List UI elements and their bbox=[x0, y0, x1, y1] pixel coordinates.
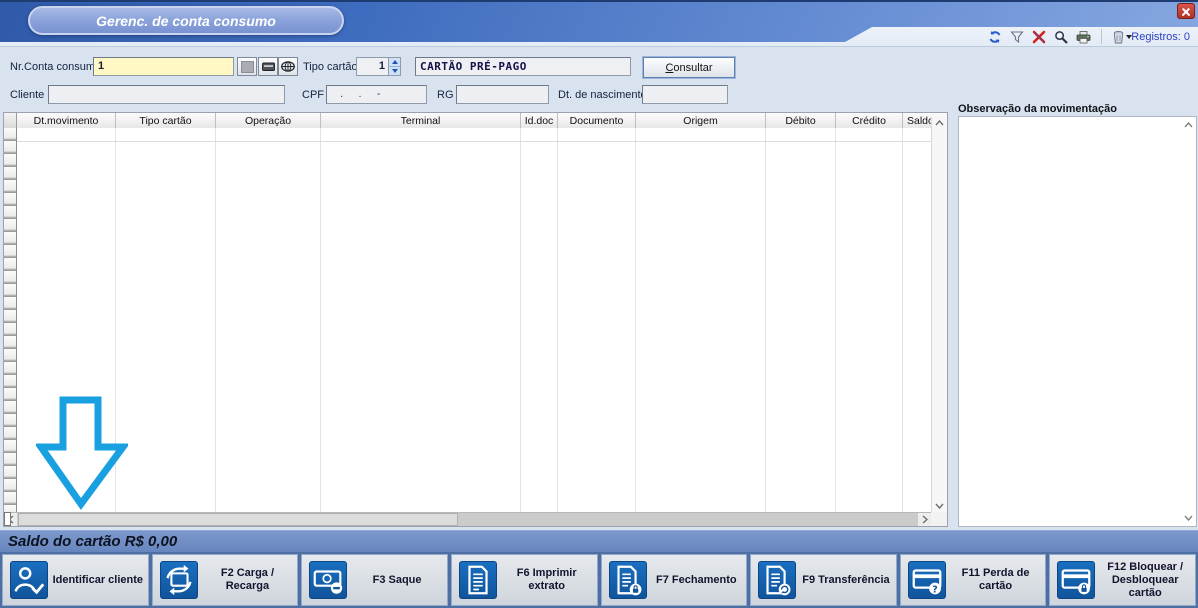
app-window: Gerenc. de conta consumo bbox=[0, 0, 1198, 608]
records-count: Registros: 0 bbox=[1131, 31, 1190, 43]
card-reload-icon bbox=[160, 561, 198, 599]
scroll-down-icon[interactable] bbox=[935, 503, 944, 509]
person-check-icon bbox=[10, 561, 48, 599]
hscroll-thumb[interactable] bbox=[18, 513, 458, 526]
recycle-icon[interactable] bbox=[1112, 30, 1132, 44]
card-lock-icon bbox=[1057, 561, 1095, 599]
table-vertical-scrollbar[interactable] bbox=[931, 117, 947, 512]
cpf-input[interactable]: . . - bbox=[326, 85, 427, 104]
table-horizontal-scrollbar[interactable] bbox=[4, 512, 931, 526]
f2-carga-recarga-button[interactable]: F2 Carga / Recarga bbox=[152, 554, 299, 606]
banknote-minus-icon bbox=[309, 561, 347, 599]
spin-up-icon[interactable] bbox=[389, 58, 400, 67]
col-tipo-cartao[interactable]: Tipo cartão bbox=[116, 113, 216, 128]
scroll-up-icon[interactable] bbox=[935, 120, 944, 126]
printer-icon[interactable] bbox=[1076, 30, 1091, 44]
movements-table: Dt.movimento Tipo cartão Operação Termin… bbox=[3, 112, 948, 527]
status-bar: Saldo do cartão R$ 0,00 bbox=[0, 530, 1198, 552]
col-documento[interactable]: Documento bbox=[558, 113, 636, 128]
toolbar-divider bbox=[1101, 29, 1102, 44]
window-title-tab[interactable]: Gerenc. de conta consumo bbox=[28, 6, 344, 35]
row-indicator-end bbox=[4, 512, 11, 526]
close-icon[interactable] bbox=[1177, 3, 1195, 19]
tipo-cartao-value: 1 bbox=[357, 58, 388, 75]
window-title: Gerenc. de conta consumo bbox=[96, 13, 276, 29]
scroll-right-icon[interactable] bbox=[918, 513, 931, 526]
saldo-text: Saldo do cartão R$ 0,00 bbox=[0, 533, 177, 550]
action-bar: Identificar cliente F2 Carga / Recarga bbox=[0, 552, 1198, 608]
nr-conta-input[interactable]: 1 bbox=[93, 57, 234, 76]
consultar-button[interactable]: Consultar bbox=[643, 57, 735, 78]
magnifier-icon[interactable] bbox=[1054, 30, 1068, 44]
card-reader-button[interactable] bbox=[258, 57, 278, 76]
table-header-row: Dt.movimento Tipo cartão Operação Termin… bbox=[4, 113, 947, 129]
f6-imprimir-extrato-button[interactable]: F6 Imprimir extrato bbox=[451, 554, 598, 606]
observacao-panel[interactable] bbox=[958, 116, 1197, 527]
document-lines-icon bbox=[459, 561, 497, 599]
row-indicator-column bbox=[4, 128, 17, 512]
f11-perda-cartao-button[interactable]: ? F11 Perda de cartão bbox=[900, 554, 1047, 606]
col-dt-movimento[interactable]: Dt.movimento bbox=[17, 113, 116, 128]
col-origem[interactable]: Origem bbox=[636, 113, 766, 128]
table-body bbox=[4, 128, 931, 512]
f12-bloquear-desbloquear-button[interactable]: F12 Bloquear / Desbloquear cartão bbox=[1049, 554, 1196, 606]
obs-scroll-up-icon[interactable] bbox=[1184, 122, 1193, 128]
col-credito[interactable]: Crédito bbox=[836, 113, 903, 128]
clear-filter-icon[interactable] bbox=[1032, 30, 1046, 44]
refresh-icon[interactable] bbox=[988, 30, 1002, 44]
cliente-input[interactable] bbox=[48, 85, 285, 104]
blank-button[interactable] bbox=[237, 57, 257, 76]
filter-icon[interactable] bbox=[1010, 30, 1024, 44]
document-transfer-icon bbox=[758, 561, 796, 599]
card-question-icon: ? bbox=[908, 561, 946, 599]
col-terminal[interactable]: Terminal bbox=[321, 113, 521, 128]
row-indicator-header bbox=[4, 113, 17, 128]
document-lock-icon bbox=[609, 561, 647, 599]
f7-fechamento-button[interactable]: F7 Fechamento bbox=[601, 554, 748, 606]
nr-conta-label: Nr.Conta consumo bbox=[10, 61, 101, 73]
observacao-label: Observação da movimentação bbox=[958, 103, 1117, 115]
rg-label: RG bbox=[437, 89, 454, 101]
tipo-cartao-desc: CARTÃO PRÉ-PAGO bbox=[415, 57, 631, 76]
card-online-button[interactable] bbox=[278, 57, 298, 76]
dt-nascimento-label: Dt. de nascimento bbox=[558, 89, 647, 101]
scrollbar-corner bbox=[931, 512, 947, 526]
tipo-cartao-label: Tipo cartão bbox=[303, 61, 358, 73]
card-reader-icon bbox=[261, 59, 276, 74]
cliente-label: Cliente bbox=[10, 89, 44, 101]
dt-nascimento-input[interactable] bbox=[642, 85, 728, 104]
f3-saque-button[interactable]: F3 Saque bbox=[301, 554, 448, 606]
rg-input[interactable] bbox=[456, 85, 549, 104]
col-debito[interactable]: Débito bbox=[766, 113, 836, 128]
identificar-cliente-button[interactable]: Identificar cliente bbox=[2, 554, 149, 606]
col-id-doc[interactable]: Id.doc bbox=[521, 113, 558, 128]
cpf-label: CPF bbox=[302, 89, 324, 101]
tipo-cartao-stepper[interactable]: 1 bbox=[356, 57, 401, 76]
f9-transferencia-button[interactable]: F9 Transferência bbox=[750, 554, 897, 606]
svg-text:?: ? bbox=[932, 584, 938, 595]
card-globe-icon bbox=[280, 59, 296, 74]
obs-scroll-down-icon[interactable] bbox=[1184, 515, 1193, 521]
col-operacao[interactable]: Operação bbox=[216, 113, 321, 128]
spin-down-icon[interactable] bbox=[389, 67, 400, 75]
